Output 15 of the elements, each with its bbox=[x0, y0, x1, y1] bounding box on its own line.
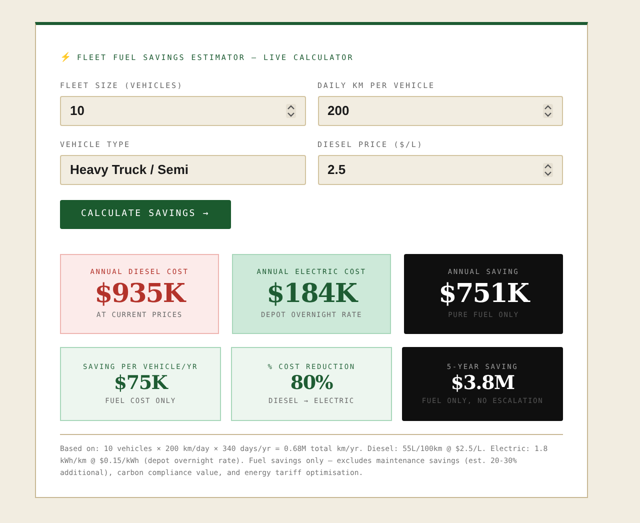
select-field[interactable]: Heavy Truck / Semi bbox=[60, 155, 306, 185]
result-value: $751K bbox=[438, 278, 528, 310]
spinner-icon[interactable] bbox=[543, 104, 553, 118]
input-field[interactable]: 200 bbox=[318, 96, 563, 126]
spinner-icon[interactable] bbox=[286, 104, 296, 118]
result-value: 80% bbox=[290, 372, 333, 396]
input-field[interactable]: 10 bbox=[60, 96, 306, 126]
spinner-icon[interactable] bbox=[543, 163, 553, 177]
calculate-button[interactable]: CALCULATE SAVINGS → bbox=[60, 200, 231, 229]
input-field[interactable]: 2.5 bbox=[318, 155, 563, 185]
result-value: $935K bbox=[94, 278, 184, 310]
result-value: $184K bbox=[266, 278, 356, 310]
lightning-icon: ⚡ bbox=[60, 51, 71, 64]
result-value: $75K bbox=[114, 372, 168, 396]
result-value: $3.8M bbox=[450, 372, 514, 396]
